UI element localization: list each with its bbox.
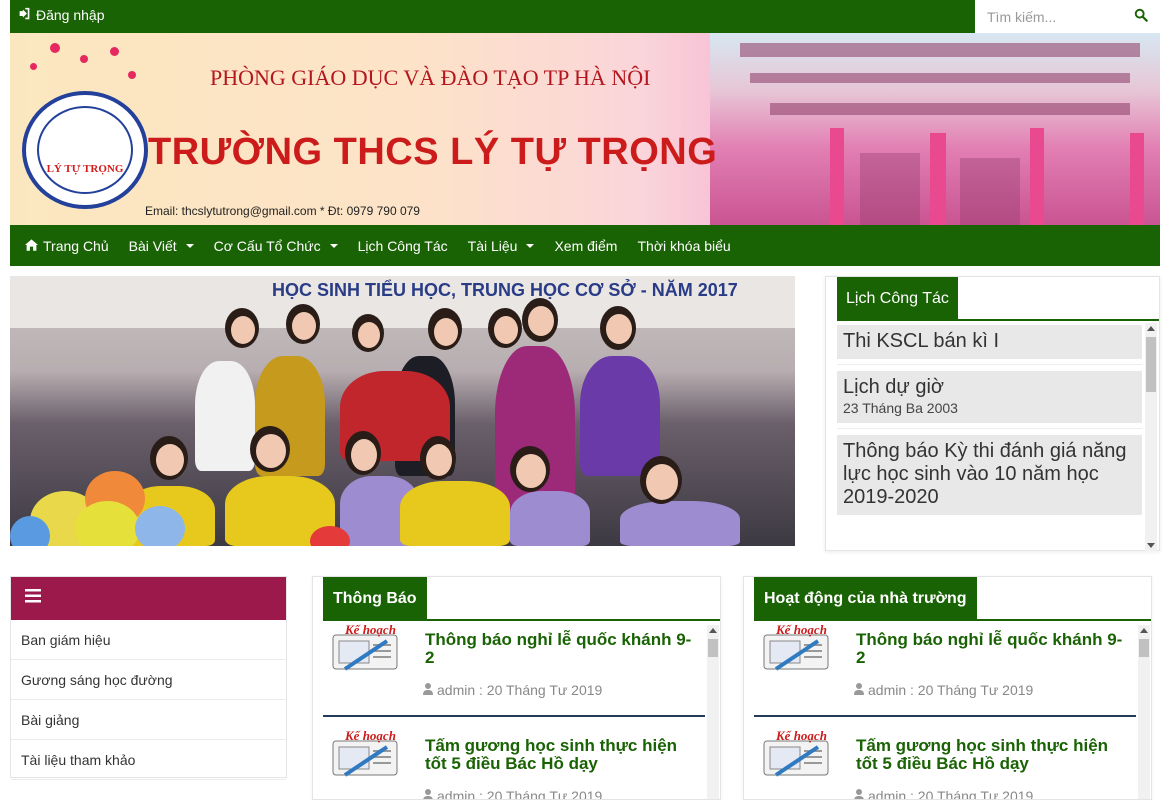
news-title-link[interactable]: Tấm gương học sinh thực hiện tốt 5 điều …	[856, 737, 1126, 773]
thumb-label: Kế hoạch	[775, 728, 827, 743]
activities-title: Hoạt động của nhà trường	[754, 577, 977, 620]
side-menu-item-role-models[interactable]: Gương sáng học đường	[11, 660, 286, 700]
home-icon	[25, 238, 38, 254]
scroll-thumb[interactable]	[708, 639, 718, 657]
logo-text: LÝ TỰ TRỌNG	[46, 163, 124, 175]
scroll-up-icon[interactable]	[1147, 326, 1155, 331]
news-meta: admin : 20 Tháng Tư 2019	[423, 788, 683, 799]
schedule-scrollbar[interactable]	[1145, 323, 1157, 551]
scroll-down-icon[interactable]	[1147, 543, 1155, 548]
main-navbar: Trang Chủ Bài Viết Cơ Cấu Tổ Chức Lịch C…	[10, 225, 1160, 266]
scroll-thumb[interactable]	[1139, 639, 1149, 657]
search-input[interactable]	[975, 8, 1125, 25]
nav-item-articles[interactable]: Bài Viết	[119, 238, 204, 254]
news-meta: admin : 20 Tháng Tư 2019	[854, 682, 1114, 698]
thumb-label: Kế hoạch	[344, 728, 396, 743]
login-label: Đăng nhập	[36, 7, 105, 23]
sign-in-icon	[18, 7, 31, 23]
schedule-panel: Lịch Công Tác Thi KSCL bán kì I Lịch dự …	[825, 276, 1160, 551]
schedule-item-date: 23 Tháng Ba 2003	[843, 400, 958, 416]
schedule-item[interactable]: Lịch dự giờ 23 Tháng Ba 2003	[837, 371, 1142, 423]
side-menu-item-lectures[interactable]: Bài giảng	[11, 700, 286, 740]
nav-item-schedule[interactable]: Lịch Công Tác	[348, 238, 458, 254]
scroll-up-icon[interactable]	[1140, 628, 1148, 633]
caret-down-icon	[185, 243, 194, 248]
nav-item-documents[interactable]: Tài Liệu	[458, 238, 545, 254]
caret-down-icon	[526, 243, 535, 248]
divider	[754, 715, 1136, 717]
schedule-title: Lịch Công Tác	[837, 277, 958, 320]
news-item: Kế hoạch Thông báo nghỉ lễ quốc khánh 9-…	[323, 621, 705, 727]
news-item: Kế hoạch Thông báo nghỉ lễ quốc khánh 9-…	[754, 621, 1136, 727]
news-title-link[interactable]: Thông báo nghỉ lễ quốc khánh 9-2	[425, 631, 695, 667]
nav-item-timetable[interactable]: Thời khóa biểu	[627, 238, 740, 254]
school-building-image	[710, 33, 1160, 225]
caret-down-icon	[329, 243, 338, 248]
announcements-scrollbar[interactable]	[707, 625, 719, 799]
hero-slideshow-image[interactable]: HỌC SINH TIỂU HỌC, TRUNG HỌC CƠ SỞ - NĂM…	[10, 276, 795, 546]
thumb-label: Kế hoạch	[775, 622, 827, 637]
user-icon	[854, 788, 864, 799]
side-menu-item-references[interactable]: Tài liệu tham khảo	[11, 740, 286, 780]
school-name: TRƯỜNG THCS LÝ TỰ TRỌNG	[148, 131, 718, 173]
side-menu-item-board[interactable]: Ban giám hiệu	[11, 620, 286, 660]
divider	[837, 364, 1142, 365]
nav-item-grades[interactable]: Xem điểm	[544, 238, 627, 254]
divider	[837, 428, 1142, 429]
search-box	[975, 0, 1160, 33]
schedule-list: Thi KSCL bán kì I Lịch dự giờ 23 Tháng B…	[837, 325, 1142, 526]
stage-banner-text: HỌC SINH TIỂU HỌC, TRUNG HỌC CƠ SỞ - NĂM…	[272, 280, 738, 300]
news-meta: admin : 20 Tháng Tư 2019	[423, 682, 683, 698]
header-banner: LÝ TỰ TRỌNG PHÒNG GIÁO DỤC VÀ ĐÀO TẠO TP…	[10, 33, 1160, 225]
announcements-panel: Thông Báo Kế hoạch Thông báo nghỉ lễ quố…	[312, 576, 721, 800]
news-thumbnail[interactable]: Kế hoạch	[756, 727, 836, 779]
news-thumbnail[interactable]: Kế hoạch	[325, 621, 405, 673]
nav-item-organization[interactable]: Cơ Cấu Tổ Chức	[204, 238, 348, 254]
schedule-item[interactable]: Thông báo Kỳ thi đánh giá năng lực học s…	[837, 435, 1142, 515]
login-link[interactable]: Đăng nhập	[18, 7, 105, 23]
news-thumbnail[interactable]: Kế hoạch	[756, 621, 836, 673]
nav-item-home[interactable]: Trang Chủ	[15, 238, 119, 254]
contact-info: Email: thcslytutrong@gmail.com * Đt: 097…	[145, 204, 420, 218]
news-title-link[interactable]: Tấm gương học sinh thực hiện tốt 5 điều …	[425, 737, 695, 773]
side-menu: Ban giám hiệu Gương sáng học đường Bài g…	[10, 576, 287, 780]
hamburger-icon[interactable]	[25, 589, 41, 608]
user-icon	[854, 682, 864, 698]
schedule-title-underline	[837, 319, 1159, 321]
thumb-label: Kế hoạch	[344, 622, 396, 637]
news-thumbnail[interactable]: Kế hoạch	[325, 727, 405, 779]
school-logo: LÝ TỰ TRỌNG	[22, 91, 148, 209]
scroll-up-icon[interactable]	[709, 628, 717, 633]
scroll-thumb[interactable]	[1146, 337, 1156, 392]
search-icon[interactable]	[1134, 8, 1148, 27]
news-title-link[interactable]: Thông báo nghỉ lễ quốc khánh 9-2	[856, 631, 1126, 667]
side-menu-header[interactable]	[11, 577, 286, 620]
user-icon	[423, 788, 433, 799]
user-icon	[423, 682, 433, 698]
schedule-item[interactable]: Thi KSCL bán kì I	[837, 325, 1142, 359]
news-item: Kế hoạch Tấm gương học sinh thực hiện tố…	[323, 727, 705, 799]
activities-panel: Hoạt động của nhà trường Kế hoạch Thông …	[743, 576, 1152, 800]
news-item: Kế hoạch Tấm gương học sinh thực hiện tố…	[754, 727, 1136, 799]
top-bar: Đăng nhập	[10, 0, 975, 33]
department-title: PHÒNG GIÁO DỤC VÀ ĐÀO TẠO TP HÀ NỘI	[210, 65, 651, 90]
news-meta: admin : 20 Tháng Tư 2019	[854, 788, 1114, 799]
divider	[323, 715, 705, 717]
activities-scrollbar[interactable]	[1138, 625, 1150, 799]
announcements-title: Thông Báo	[323, 577, 427, 620]
